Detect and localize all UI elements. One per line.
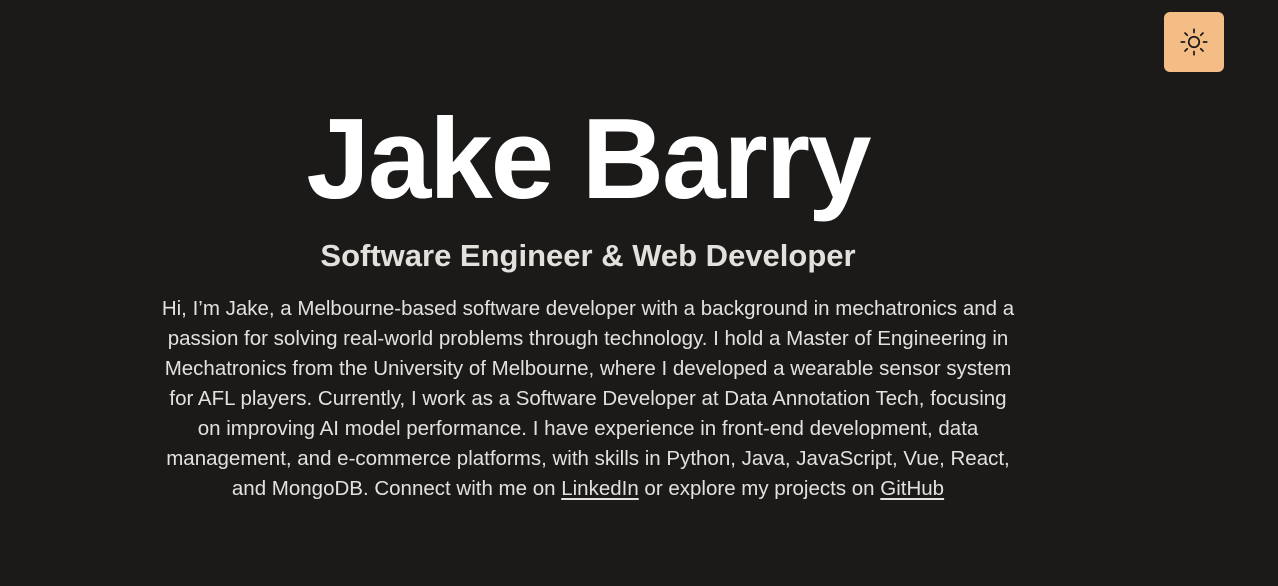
page-title: Jake Barry bbox=[306, 96, 871, 223]
github-link[interactable]: GitHub bbox=[880, 477, 944, 500]
role-subtitle: Software Engineer & Web Developer bbox=[320, 238, 856, 273]
sun-icon bbox=[1179, 27, 1209, 57]
linkedin-link[interactable]: LinkedIn bbox=[561, 477, 639, 500]
bio-between-links-text: or explore my projects on bbox=[638, 477, 881, 500]
bio-text: Hi, I’m Jake, a Melbourne-based software… bbox=[161, 297, 1015, 500]
theme-toggle-button[interactable] bbox=[1164, 12, 1224, 72]
bio-paragraph: Hi, I’m Jake, a Melbourne-based software… bbox=[156, 294, 1020, 504]
